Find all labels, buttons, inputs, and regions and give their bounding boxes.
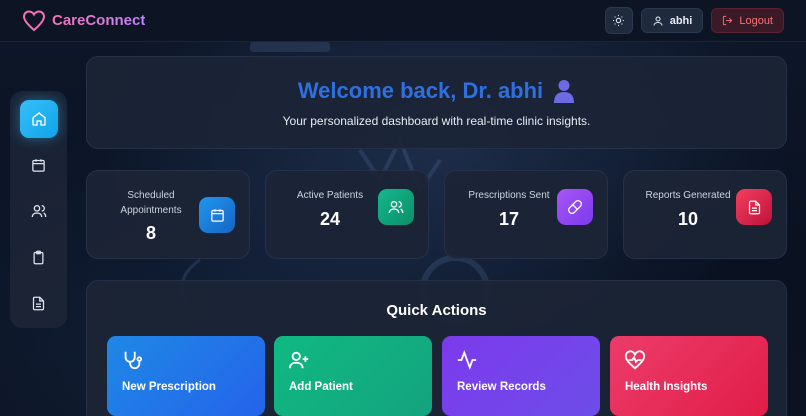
users-icon xyxy=(31,205,46,218)
new-prescription-button[interactable]: New Prescription xyxy=(107,336,265,416)
action-label: New Prescription xyxy=(122,381,216,393)
health-insights-button[interactable]: Health Insights xyxy=(610,336,768,416)
welcome-title: Welcome back, Dr. abhi xyxy=(297,78,544,103)
file-text-icon xyxy=(736,189,772,225)
brand-name: CareConnect xyxy=(52,12,146,29)
quick-actions-title: Quick Actions xyxy=(386,302,487,319)
sidebar-item-appointments[interactable] xyxy=(20,146,58,184)
stat-value: 17 xyxy=(498,209,520,229)
sidebar xyxy=(10,91,67,328)
user-name: abhi xyxy=(669,14,693,27)
stat-value: 24 xyxy=(319,209,341,229)
stat-card-patients[interactable]: Active Patients 24 xyxy=(265,170,429,259)
stat-label: Scheduled Appointments xyxy=(120,190,182,216)
stat-label: Prescriptions Sent xyxy=(468,190,550,201)
welcome-subtitle: Your personalized dashboard with real-ti… xyxy=(282,114,591,128)
welcome-card: Welcome back, Dr. abhi Your personalized… xyxy=(86,56,787,149)
logout-icon xyxy=(723,15,733,26)
activity-icon xyxy=(457,350,477,370)
stat-card-appointments[interactable]: Scheduled Appointments 8 xyxy=(86,170,250,259)
review-records-button[interactable]: Review Records xyxy=(442,336,600,416)
sidebar-item-reports[interactable] xyxy=(20,284,58,322)
user-plus-icon xyxy=(288,351,309,369)
stat-value: 8 xyxy=(145,223,156,243)
pill-icon xyxy=(557,189,593,225)
users-icon xyxy=(378,189,414,225)
stat-value: 10 xyxy=(677,209,699,229)
stat-label: Active Patients xyxy=(296,190,364,201)
sidebar-item-home[interactable] xyxy=(19,100,58,138)
sun-icon xyxy=(613,15,625,26)
user-icon xyxy=(653,16,663,26)
logout-label: Logout xyxy=(739,14,773,27)
user-menu-button[interactable]: abhi xyxy=(640,8,704,33)
file-text-icon xyxy=(32,296,45,310)
theme-toggle-button[interactable] xyxy=(604,7,633,34)
calendar-icon xyxy=(32,158,45,172)
action-label: Add Patient xyxy=(289,381,353,393)
heart-pulse-icon xyxy=(624,350,646,370)
stat-card-prescriptions[interactable]: Prescriptions Sent 17 xyxy=(444,170,608,259)
sidebar-item-prescriptions[interactable] xyxy=(20,238,58,276)
top-bar: CareConnect abhi Logout xyxy=(0,0,806,42)
calendar-icon xyxy=(199,197,235,233)
stat-label: Reports Generated xyxy=(645,190,731,201)
clipboard-icon xyxy=(33,250,44,264)
action-label: Health Insights xyxy=(625,381,708,393)
action-label: Review Records xyxy=(457,381,546,393)
add-patient-button[interactable]: Add Patient xyxy=(274,336,432,416)
stethoscope-icon xyxy=(124,351,143,370)
quick-actions-panel: Quick Actions New Prescription Add Patie… xyxy=(86,280,787,416)
brand[interactable]: CareConnect xyxy=(22,9,146,32)
home-icon xyxy=(31,112,46,126)
logout-button[interactable]: Logout xyxy=(711,8,784,33)
sidebar-item-patients[interactable] xyxy=(20,192,58,230)
stat-card-reports[interactable]: Reports Generated 10 xyxy=(623,170,787,259)
heart-logo-icon xyxy=(22,9,46,32)
doctor-avatar-icon xyxy=(554,80,575,103)
